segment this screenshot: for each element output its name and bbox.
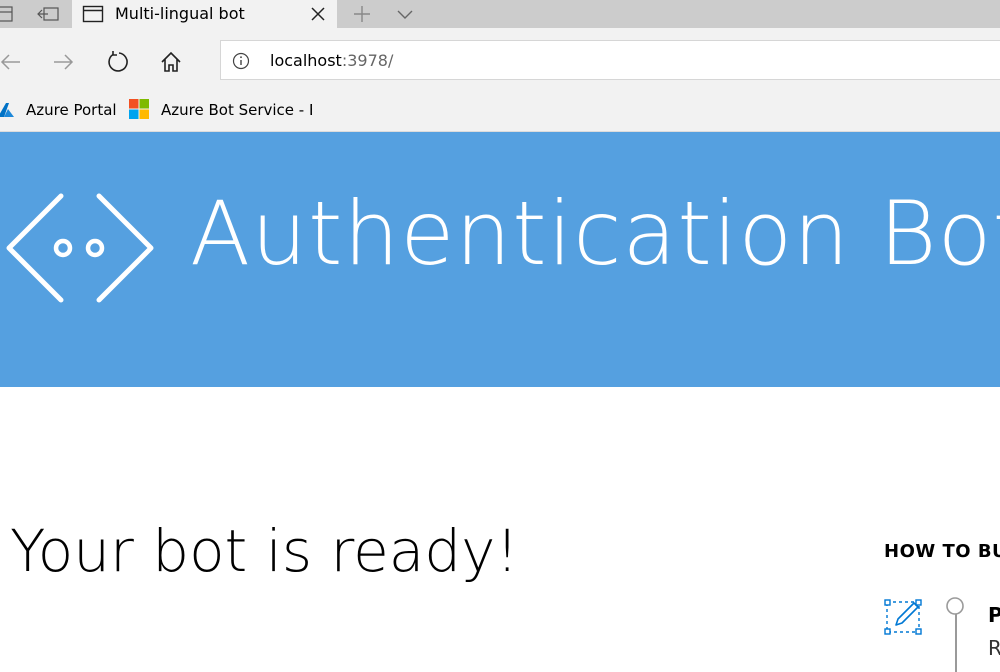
- banner-title: Authentication Bot: [190, 182, 1000, 285]
- timeline-node: [945, 596, 965, 616]
- refresh-icon[interactable]: [106, 50, 130, 74]
- chevron-down-icon[interactable]: [395, 4, 415, 24]
- edit-icon: [884, 597, 924, 637]
- timeline-line: [955, 612, 957, 672]
- new-tab-icon[interactable]: [352, 4, 372, 24]
- tab-title: Multi-lingual bot: [115, 4, 245, 23]
- tab-page-icon: [82, 4, 104, 24]
- step-text: R: [988, 636, 1000, 660]
- set-aside-tabs-icon[interactable]: [36, 4, 60, 24]
- favorite-azure-bot-service[interactable]: Azure Bot Service - Bo: [161, 101, 312, 119]
- step-title: P: [988, 603, 1000, 627]
- url-text[interactable]: localhost:3978/: [270, 51, 393, 70]
- page-heading: Your bot is ready!: [10, 517, 519, 585]
- microsoft-logo-icon: [129, 99, 149, 119]
- close-icon[interactable]: [309, 5, 327, 23]
- tab-preview-icon[interactable]: [0, 4, 16, 24]
- bot-face-icon: [5, 190, 155, 305]
- azure-icon: [0, 101, 20, 119]
- favorites-bar: [0, 92, 1000, 132]
- back-icon[interactable]: [0, 50, 24, 74]
- favorite-azure-portal[interactable]: Azure Portal: [26, 101, 117, 119]
- url-host: localhost: [270, 51, 342, 70]
- home-icon[interactable]: [159, 50, 183, 74]
- url-path: :3978/: [341, 51, 394, 70]
- info-icon[interactable]: [232, 52, 250, 70]
- howto-heading: HOW TO BU: [884, 541, 1000, 562]
- forward-icon[interactable]: [52, 50, 76, 74]
